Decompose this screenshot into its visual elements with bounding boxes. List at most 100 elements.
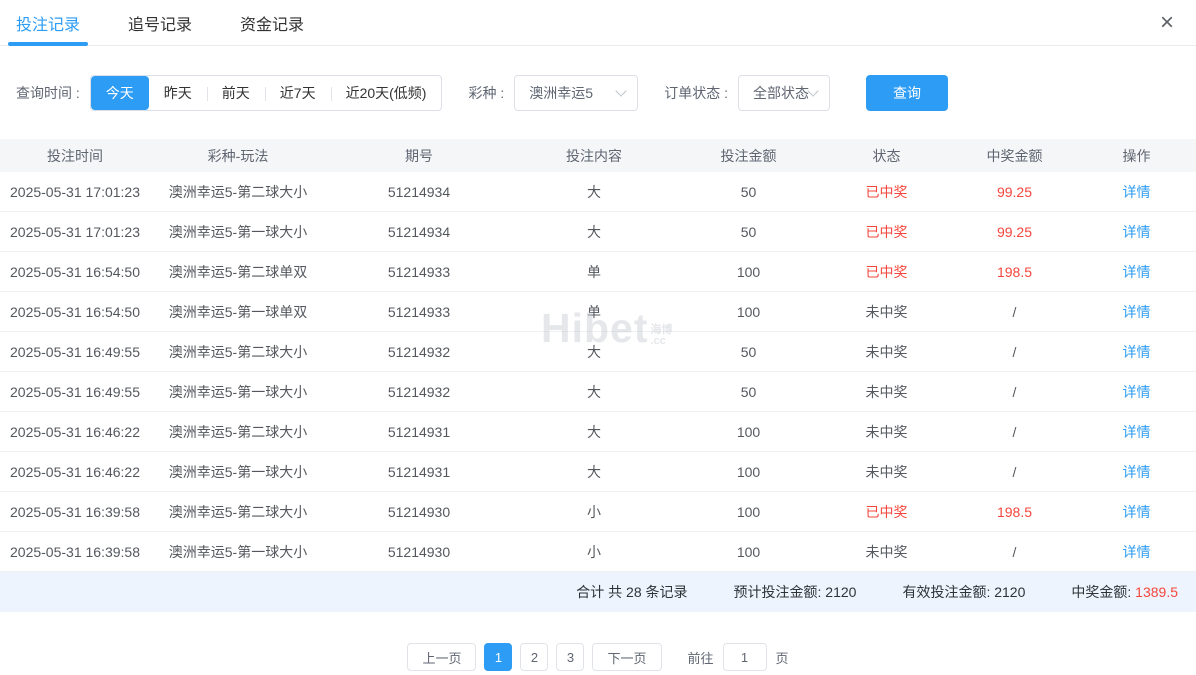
cell-time: 2025-05-31 16:46:22: [0, 424, 150, 440]
cell-win: 198.5: [952, 504, 1077, 520]
cell-status: 未中奖: [821, 302, 952, 322]
column-header: 中奖金额: [952, 146, 1077, 166]
cell-status: 未中奖: [821, 382, 952, 402]
cell-play: 澳洲幸运5-第一球大小: [150, 462, 326, 482]
cell-status: 已中奖: [821, 222, 952, 242]
time-filter-label: 查询时间 :: [16, 83, 80, 103]
time-option-昨天[interactable]: 昨天: [149, 76, 207, 110]
time-option-今天[interactable]: 今天: [91, 76, 149, 110]
cell-time: 2025-05-31 16:54:50: [0, 264, 150, 280]
cell-period: 51214932: [326, 384, 512, 400]
cell-amount: 100: [676, 464, 821, 480]
table-row: 2025-05-31 17:01:23澳洲幸运5-第一球大小51214934大5…: [0, 212, 1196, 252]
cell-action[interactable]: 详情: [1077, 382, 1196, 402]
next-page-button[interactable]: 下一页: [592, 643, 661, 671]
lottery-filter-label: 彩种 :: [468, 83, 504, 103]
cell-amount: 100: [676, 544, 821, 560]
goto-page: 前往 页: [688, 643, 789, 671]
cell-content: 大: [512, 222, 676, 242]
cell-status: 已中奖: [821, 182, 952, 202]
summary-valid-value: 2120: [994, 584, 1025, 600]
cell-play: 澳洲幸运5-第一球大小: [150, 382, 326, 402]
search-button[interactable]: 查询: [866, 75, 948, 111]
tab-chase-records[interactable]: 追号记录: [128, 0, 192, 46]
column-header: 投注时间: [0, 146, 150, 166]
column-header: 期号: [326, 146, 512, 166]
page-button-1[interactable]: 1: [484, 643, 512, 671]
prev-page-button[interactable]: 上一页: [407, 643, 476, 671]
cell-period: 51214932: [326, 344, 512, 360]
summary-valid-label: 有效投注金额:: [902, 584, 990, 600]
cell-content: 大: [512, 182, 676, 202]
cell-time: 2025-05-31 16:46:22: [0, 464, 150, 480]
summary-bar: 合计 共 28 条记录 预计投注金额: 2120 有效投注金额: 2120 中奖…: [0, 572, 1196, 612]
cell-action[interactable]: 详情: [1077, 262, 1196, 282]
summary-win-label: 中奖金额:: [1071, 584, 1131, 600]
cell-action[interactable]: 详情: [1077, 502, 1196, 522]
summary-win-value: 1389.5: [1135, 584, 1178, 600]
cell-win: /: [952, 304, 1077, 320]
cell-time: 2025-05-31 17:01:23: [0, 184, 150, 200]
cell-status: 未中奖: [821, 542, 952, 562]
cell-status: 已中奖: [821, 262, 952, 282]
close-icon[interactable]: ×: [1160, 11, 1174, 35]
cell-action[interactable]: 详情: [1077, 342, 1196, 362]
chevron-down-icon: [807, 85, 818, 96]
cell-action[interactable]: 详情: [1077, 542, 1196, 562]
table-row: 2025-05-31 16:39:58澳洲幸运5-第一球大小51214930小1…: [0, 532, 1196, 572]
cell-period: 51214934: [326, 184, 512, 200]
cell-content: 单: [512, 302, 676, 322]
time-option-前天[interactable]: 前天: [207, 76, 265, 110]
time-option-近7天[interactable]: 近7天: [265, 76, 331, 110]
lottery-select[interactable]: 澳洲幸运5: [514, 75, 638, 111]
cell-period: 51214933: [326, 264, 512, 280]
goto-label: 前往: [688, 648, 714, 667]
cell-content: 小: [512, 542, 676, 562]
cell-amount: 50: [676, 344, 821, 360]
summary-valid: 有效投注金额: 2120: [902, 582, 1025, 602]
column-header: 操作: [1077, 146, 1196, 166]
column-header: 彩种-玩法: [150, 146, 326, 166]
summary-expected-value: 2120: [825, 584, 856, 600]
goto-unit: 页: [776, 648, 789, 667]
cell-content: 单: [512, 262, 676, 282]
cell-action[interactable]: 详情: [1077, 462, 1196, 482]
tab-fund-records[interactable]: 资金记录: [240, 0, 304, 46]
time-option-近20天(低频)[interactable]: 近20天(低频): [331, 76, 442, 110]
cell-play: 澳洲幸运5-第一球单双: [150, 302, 326, 322]
table-row: 2025-05-31 16:39:58澳洲幸运5-第二球大小51214930小1…: [0, 492, 1196, 532]
cell-content: 大: [512, 462, 676, 482]
page-button-2[interactable]: 2: [520, 643, 548, 671]
status-select[interactable]: 全部状态: [738, 75, 830, 111]
cell-action[interactable]: 详情: [1077, 422, 1196, 442]
cell-content: 小: [512, 502, 676, 522]
summary-total: 合计 共 28 条记录: [576, 582, 687, 602]
cell-content: 大: [512, 342, 676, 362]
cell-action[interactable]: 详情: [1077, 222, 1196, 242]
cell-play: 澳洲幸运5-第二球单双: [150, 262, 326, 282]
column-header: 投注金额: [676, 146, 821, 166]
cell-status: 未中奖: [821, 422, 952, 442]
summary-expected-label: 预计投注金额:: [734, 584, 822, 600]
cell-time: 2025-05-31 16:54:50: [0, 304, 150, 320]
cell-amount: 100: [676, 264, 821, 280]
cell-amount: 100: [676, 424, 821, 440]
tab-bet-records[interactable]: 投注记录: [16, 0, 80, 46]
table-row: 2025-05-31 16:54:50澳洲幸运5-第一球单双51214933单1…: [0, 292, 1196, 332]
cell-action[interactable]: 详情: [1077, 302, 1196, 322]
cell-period: 51214931: [326, 424, 512, 440]
cell-win: /: [952, 344, 1077, 360]
cell-win: /: [952, 424, 1077, 440]
cell-action[interactable]: 详情: [1077, 182, 1196, 202]
cell-period: 51214930: [326, 504, 512, 520]
cell-content: 大: [512, 382, 676, 402]
cell-play: 澳洲幸运5-第二球大小: [150, 422, 326, 442]
filter-bar: 查询时间 : 今天昨天前天近7天近20天(低频) 彩种 : 澳洲幸运5 订单状态…: [16, 75, 1180, 111]
goto-page-input[interactable]: [723, 643, 767, 671]
table-body: 2025-05-31 17:01:23澳洲幸运5-第二球大小51214934大5…: [0, 172, 1196, 572]
page-button-3[interactable]: 3: [556, 643, 584, 671]
cell-play: 澳洲幸运5-第一球大小: [150, 542, 326, 562]
cell-time: 2025-05-31 16:49:55: [0, 384, 150, 400]
cell-win: 198.5: [952, 264, 1077, 280]
table-row: 2025-05-31 16:49:55澳洲幸运5-第一球大小51214932大5…: [0, 372, 1196, 412]
